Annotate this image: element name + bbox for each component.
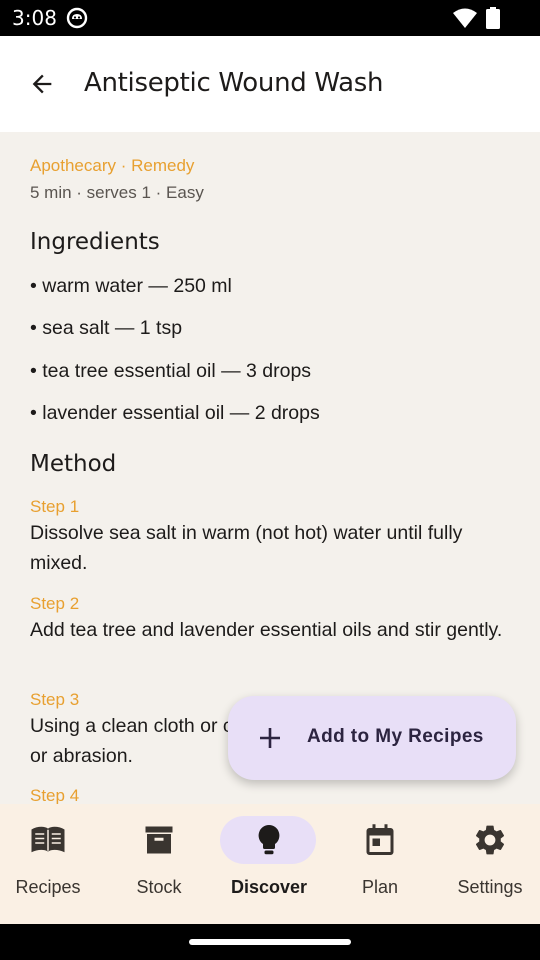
- fab-label: Add to My Recipes: [307, 726, 484, 747]
- bottom-navigation: Recipes Stock Discover Plan Settings: [0, 804, 540, 924]
- gesture-bar: [0, 924, 540, 960]
- method-heading: Method: [30, 451, 117, 477]
- nav-label: Recipes: [15, 877, 81, 897]
- archive-box-icon: [145, 826, 173, 854]
- nav-label: Discover: [230, 877, 308, 897]
- recipe-category: Apothecary · Remedy: [30, 156, 195, 175]
- add-to-my-recipes-button[interactable]: Add to My Recipes: [228, 696, 516, 780]
- nav-item-settings[interactable]: Settings: [436, 804, 540, 924]
- status-time: 3:08: [12, 6, 57, 30]
- step-label: Step 3: [30, 690, 80, 709]
- nav-label: Settings: [457, 877, 523, 897]
- home-handle[interactable]: [189, 939, 351, 945]
- ingredient-item: • sea salt — 1 tsp: [30, 317, 183, 339]
- step-text: Dissolve sea salt in warm (not hot) wate…: [30, 522, 463, 574]
- notification-icon: [66, 7, 88, 29]
- back-button[interactable]: [18, 60, 66, 108]
- nav-item-plan[interactable]: Plan: [326, 804, 434, 924]
- recipe-meta: 5 min · serves 1 · Easy: [30, 183, 204, 202]
- ingredient-item: • lavender essential oil — 2 drops: [30, 402, 320, 424]
- step-label: Step 2: [30, 594, 80, 613]
- nav-label: Stock: [136, 877, 182, 897]
- app-bar: Antiseptic Wound Wash: [0, 36, 540, 132]
- step-label: Step 4: [30, 786, 80, 804]
- page-title: Antiseptic Wound Wash: [84, 68, 384, 98]
- gear-icon: [475, 825, 505, 855]
- arrow-back-icon: [32, 74, 52, 94]
- ingredient-item: • tea tree essential oil — 3 drops: [30, 360, 312, 382]
- step-label: Step 1: [30, 497, 80, 516]
- calendar-icon: [366, 824, 394, 855]
- step-text: Add tea tree and lavender essential oils…: [30, 619, 503, 641]
- nav-label: Plan: [361, 877, 399, 897]
- status-bar: 3:08: [0, 0, 540, 36]
- battery-icon: [486, 7, 500, 29]
- book-icon: [31, 826, 65, 853]
- wifi-icon: [453, 8, 477, 28]
- plus-icon: [260, 728, 280, 748]
- nav-item-recipes[interactable]: Recipes: [0, 804, 102, 924]
- ingredients-heading: Ingredients: [30, 229, 160, 255]
- ingredient-item: • warm water — 250 ml: [30, 275, 232, 297]
- lightbulb-icon: [258, 825, 280, 855]
- nav-item-stock[interactable]: Stock: [105, 804, 213, 924]
- nav-item-discover[interactable]: Discover: [215, 804, 323, 924]
